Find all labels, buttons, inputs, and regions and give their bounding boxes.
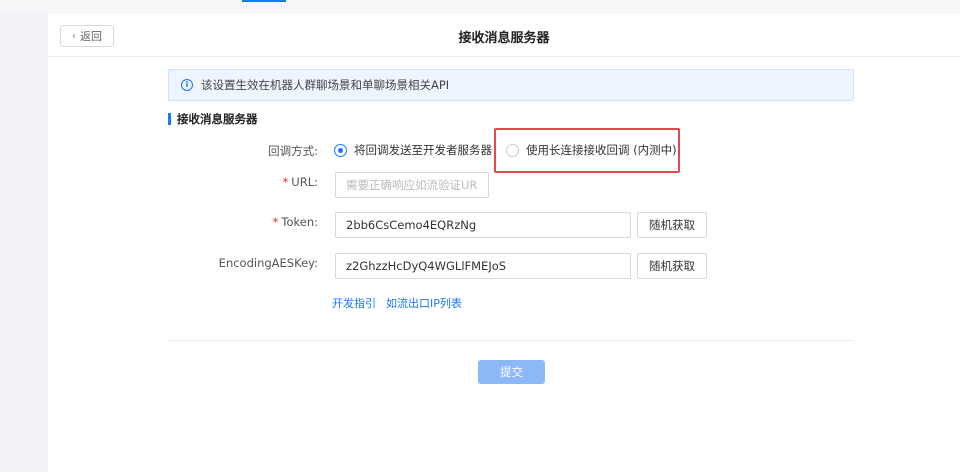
page-title: 接收消息服务器 (458, 31, 550, 46)
active-tab-indicator (242, 0, 286, 2)
token-label-text: Token: (281, 215, 318, 229)
page-header: ‹ 返回 接收消息服务器 (48, 14, 960, 57)
required-mark: * (272, 215, 279, 229)
section-title: 接收消息服务器 (168, 113, 258, 125)
help-links: 开发指引 如流出口IP列表 (332, 295, 462, 311)
token-input[interactable]: 2bb6CsCemo4EQRzNg (335, 212, 631, 238)
required-mark: * (282, 175, 289, 189)
url-input[interactable] (335, 172, 489, 198)
info-notice: i 该设置生效在机器人群聊场景和单聊场景相关API (168, 69, 854, 101)
radio-developer-server-label: 将回调发送至开发者服务器 (354, 143, 492, 157)
info-icon: i (181, 79, 193, 91)
aes-key-label: EncodingAESKey: (218, 256, 318, 270)
radio-checked-icon (334, 143, 347, 157)
dev-guide-link[interactable]: 开发指引 (332, 295, 376, 311)
url-label: * URL: (168, 175, 318, 189)
token-label: * Token: (168, 215, 318, 229)
callback-method-label: 回调方式: (268, 144, 318, 158)
info-notice-text: 该设置生效在机器人群聊场景和单聊场景相关API (201, 78, 450, 92)
divider (168, 340, 854, 341)
settings-card: ‹ 返回 接收消息服务器 i 该设置生效在机器人群聊场景和单聊场景相关API 接… (48, 14, 960, 472)
url-label-text: URL: (291, 175, 318, 189)
token-random-button[interactable]: 随机获取 (637, 212, 707, 238)
ip-list-link[interactable]: 如流出口IP列表 (386, 295, 462, 311)
aes-key-input[interactable]: z2GhzzHcDyQ4WGLlFMEJoS (335, 253, 631, 279)
submit-button[interactable]: 提交 (478, 360, 545, 384)
radio-developer-server[interactable]: 将回调发送至开发者服务器 (334, 142, 492, 158)
aes-key-random-button[interactable]: 随机获取 (637, 253, 707, 279)
top-strip (0, 0, 960, 14)
highlight-annotation-box (494, 128, 680, 173)
